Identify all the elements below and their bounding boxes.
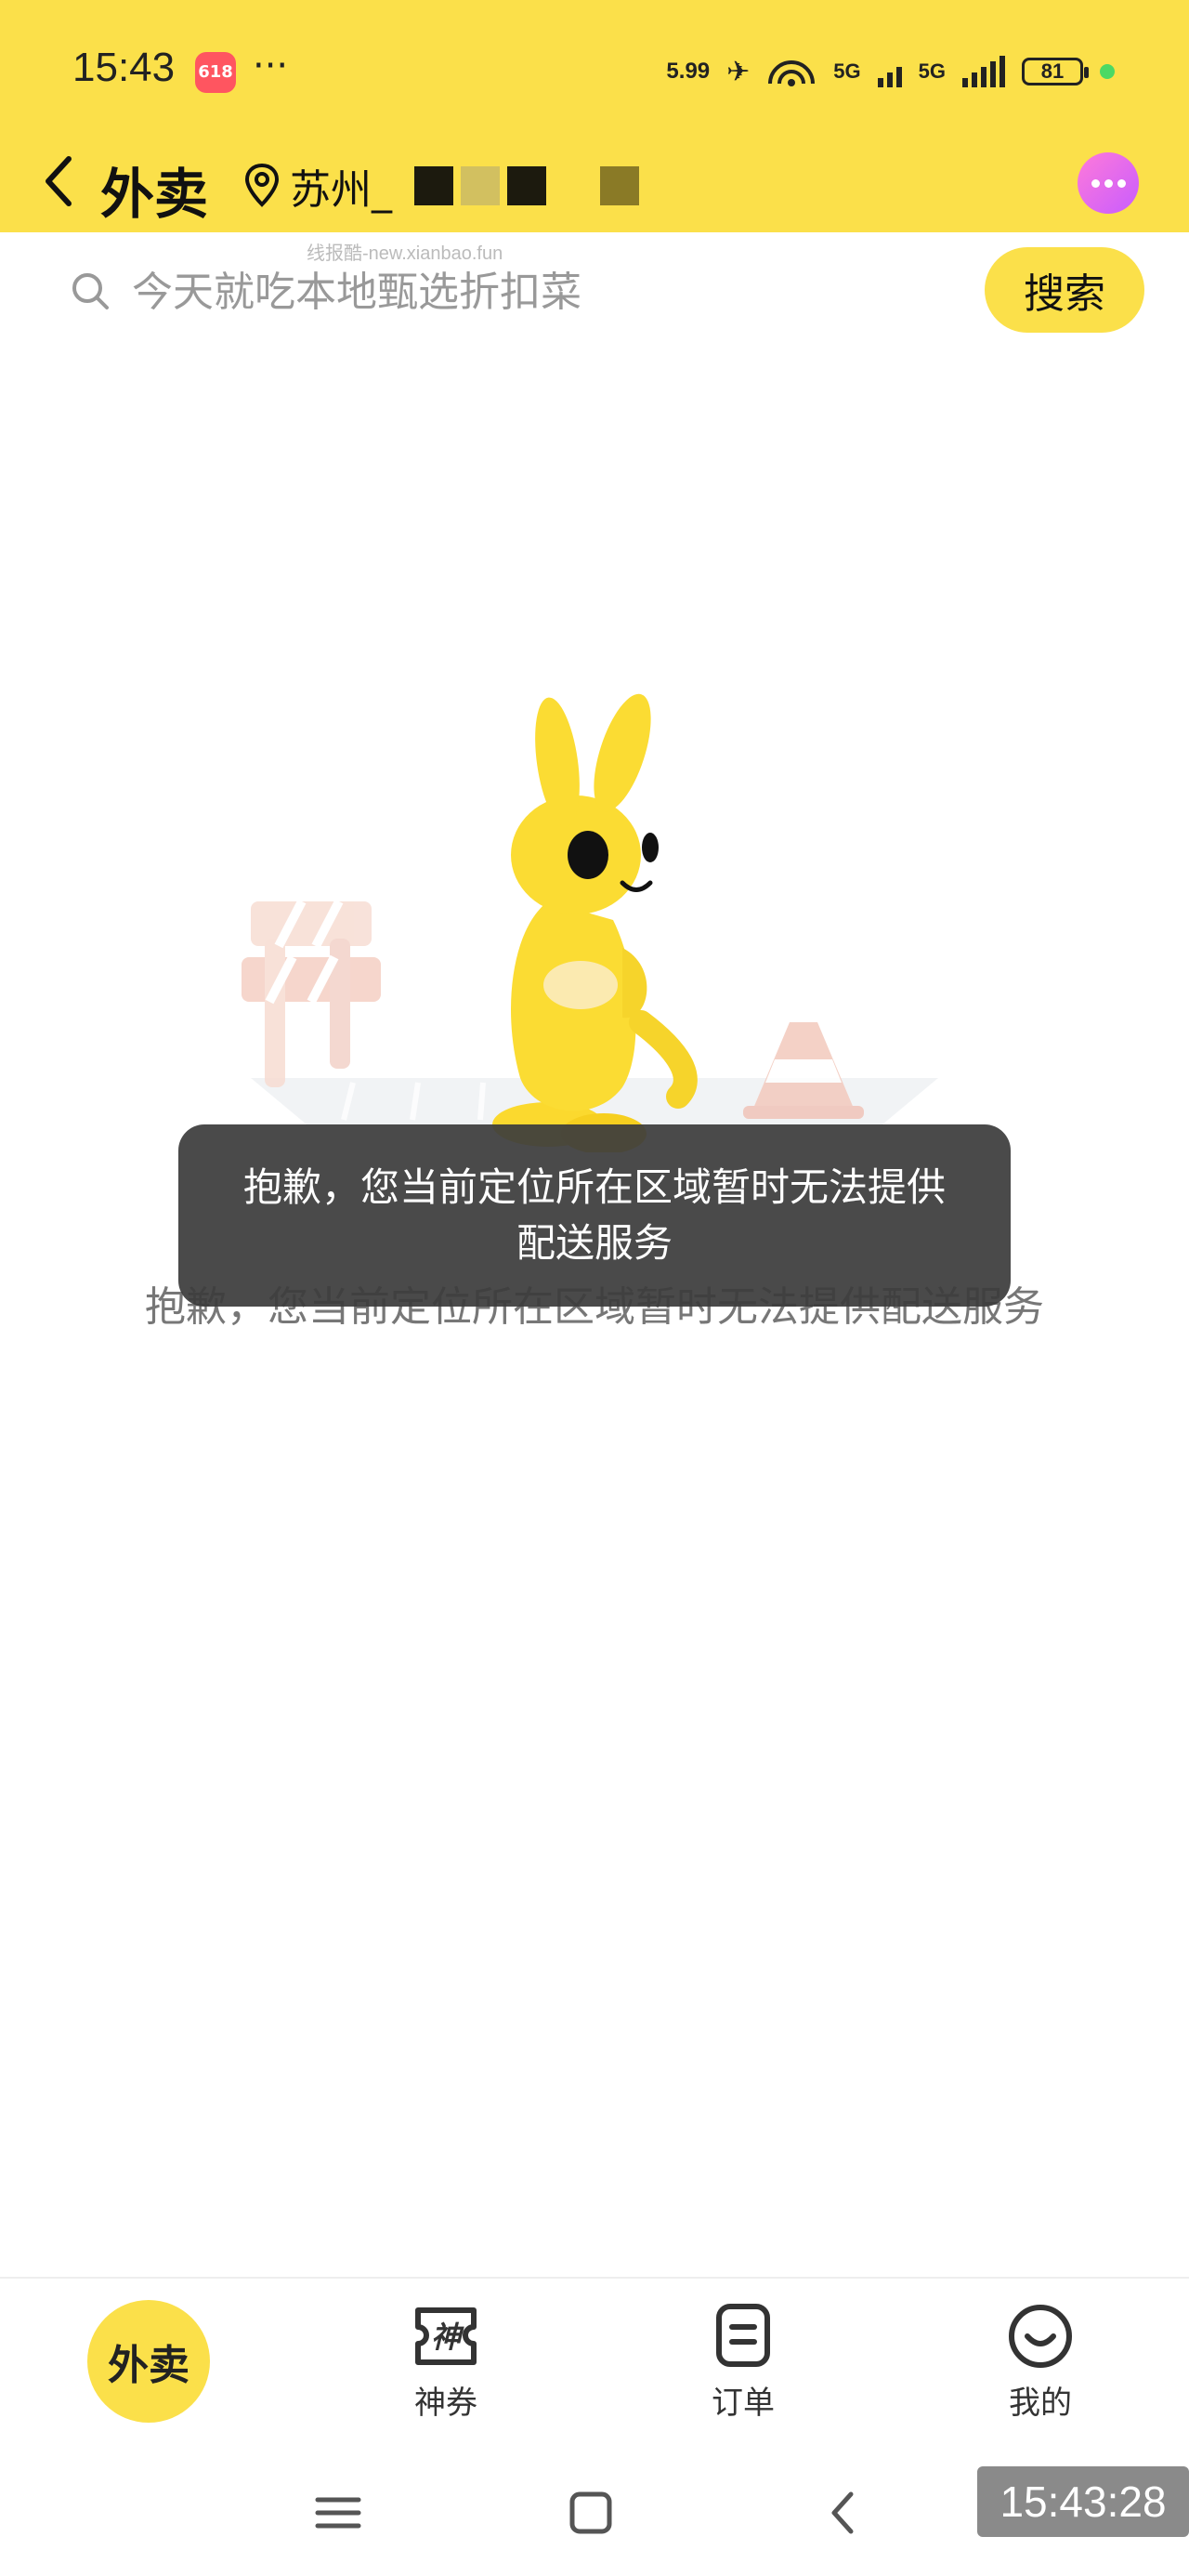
status-icons: 5.99 ✈ 5G 5G 81 bbox=[666, 48, 1115, 95]
search-bar: 线报酷-new.xianbao.fun 搜索 bbox=[0, 232, 1189, 344]
back-arrow-icon bbox=[46, 156, 72, 206]
screenshot-clock: 15:43:28 bbox=[977, 2466, 1189, 2537]
hotspot-icon bbox=[768, 60, 816, 86]
nav-item-coupon[interactable]: 神 神券 bbox=[297, 2279, 594, 2444]
nav-item-orders[interactable]: 订单 bbox=[594, 2279, 892, 2444]
app-notification-icon: 618 bbox=[195, 52, 236, 93]
coupon-icon: 神 bbox=[415, 2307, 477, 2365]
road-barrier-icon bbox=[242, 899, 381, 1087]
privacy-indicator-icon bbox=[1100, 64, 1115, 79]
signal-icon-2 bbox=[962, 56, 1005, 87]
no-service-illustration bbox=[242, 693, 938, 1152]
signal-icon-1 bbox=[877, 56, 902, 87]
message-dot bbox=[1104, 178, 1113, 188]
toast: 抱歉，您当前定位所在区域暂时无法提供配送服务 bbox=[178, 1124, 1011, 1307]
svg-text:神: 神 bbox=[431, 2320, 464, 2355]
toast-message: 抱歉，您当前定位所在区域暂时无法提供配送服务 bbox=[242, 1164, 946, 1266]
bottom-navigation: 外卖 神 神券 订单 我的 bbox=[0, 2277, 1189, 2444]
network-type-1: 5G bbox=[833, 59, 861, 83]
search-icon bbox=[72, 273, 109, 309]
back-button[interactable] bbox=[32, 149, 87, 214]
nav-label-orders: 订单 bbox=[712, 2384, 775, 2422]
menu-icon[interactable] bbox=[310, 2485, 366, 2541]
nav-label-coupon: 神券 bbox=[414, 2384, 477, 2422]
more-notifications-icon: ··· bbox=[253, 45, 289, 87]
location-pin-icon bbox=[244, 163, 280, 207]
redacted-address bbox=[414, 166, 639, 205]
traffic-cone-icon bbox=[743, 1022, 864, 1119]
network-speed: 5.99 bbox=[666, 59, 711, 84]
nav-label-profile: 我的 bbox=[1009, 2384, 1072, 2422]
message-dot bbox=[1117, 178, 1126, 188]
nav-item-profile[interactable]: 我的 bbox=[892, 2279, 1189, 2444]
top-header: 外卖 苏州_ bbox=[0, 130, 1189, 232]
home-square-icon[interactable] bbox=[563, 2485, 619, 2541]
profile-icon bbox=[1009, 2304, 1072, 2368]
location-text: 苏州_ bbox=[290, 166, 392, 214]
takeout-home-icon: 外卖 bbox=[87, 2300, 210, 2423]
battery-icon: 81 bbox=[1022, 58, 1089, 85]
nav-item-takeout[interactable]: 外卖 bbox=[0, 2279, 297, 2444]
order-icon bbox=[716, 2303, 770, 2367]
message-button[interactable] bbox=[1078, 152, 1139, 214]
status-bar: 15:43 618 ··· 5.99 ✈ 5G 5G 81 bbox=[0, 0, 1189, 130]
location-selector[interactable]: 苏州_ bbox=[243, 156, 639, 216]
back-system-icon[interactable] bbox=[816, 2485, 871, 2541]
search-button[interactable]: 搜索 bbox=[985, 247, 1144, 333]
message-dot bbox=[1091, 178, 1100, 188]
status-time: 15:43 bbox=[72, 45, 176, 90]
search-input[interactable] bbox=[130, 260, 951, 323]
network-type-2: 5G bbox=[918, 59, 946, 83]
airplane-icon: ✈ bbox=[726, 56, 751, 87]
page-title: 外卖 bbox=[100, 163, 209, 226]
